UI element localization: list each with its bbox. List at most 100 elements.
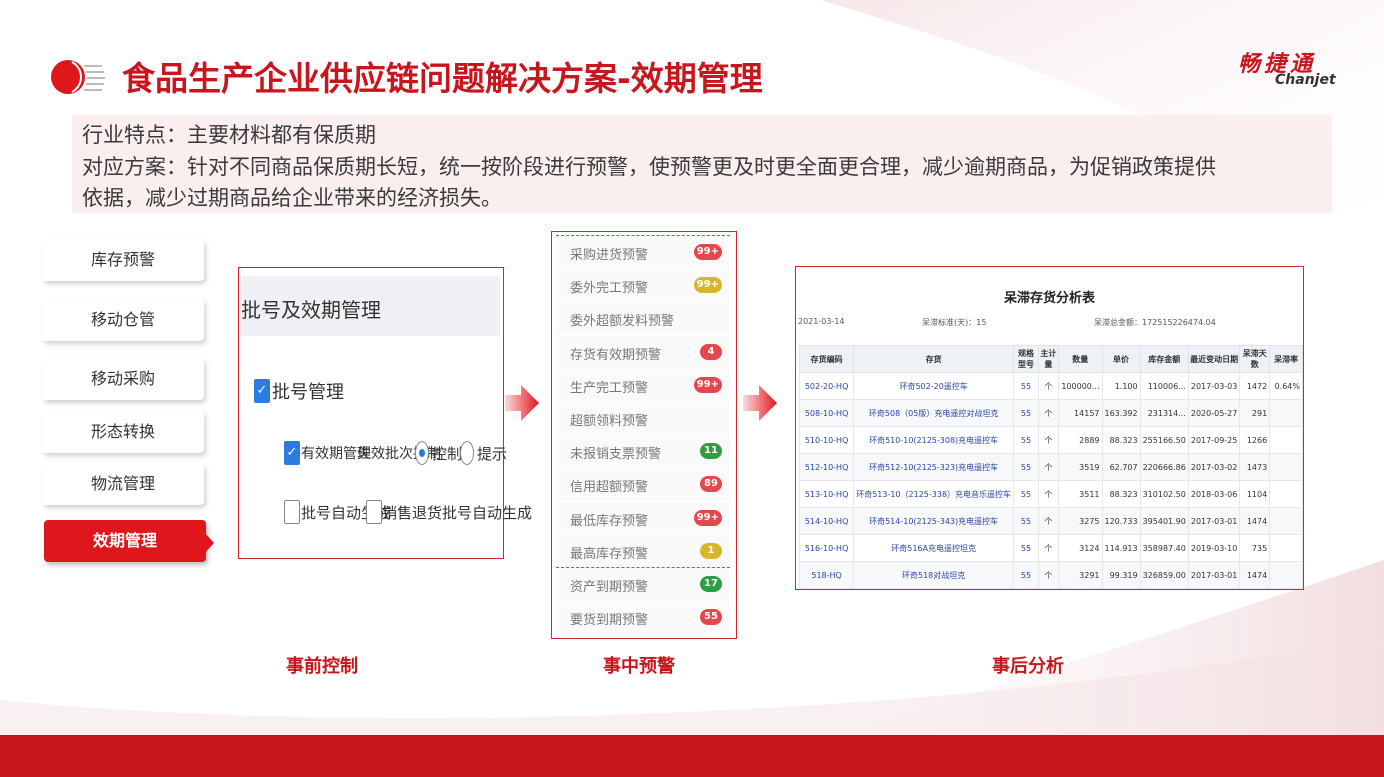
alert-item[interactable]: 要货到期预警 55 xyxy=(556,601,730,634)
item-code-link[interactable]: 516-10-HQ xyxy=(798,534,855,562)
table-row[interactable]: 510-10-HQ 环奇510-10(2125-308)充电遥控车 55 个 2889 8… xyxy=(798,426,1303,454)
alert-item[interactable]: 信用超额预警 89 xyxy=(556,468,730,501)
panel-title: 批号及效期管理 xyxy=(241,298,381,322)
alert-count-badge: 11 xyxy=(700,443,722,460)
nav-form-conversion[interactable]: 形态转换 xyxy=(42,411,204,453)
alert-label: 采购进货预警 xyxy=(570,248,649,263)
item-code-link[interactable]: 513-10-HQ xyxy=(798,480,855,508)
nav-inventory-alert[interactable]: 库存预警 xyxy=(42,239,204,281)
report-title: 呆滞存货分析表 xyxy=(1003,291,1095,306)
control-radio[interactable] xyxy=(415,441,429,465)
table-cell: 个 xyxy=(1037,426,1059,454)
alert-item[interactable]: 最低库存预警 99+ xyxy=(556,501,730,534)
batch-mgmt-label: 批号管理 xyxy=(272,382,344,403)
column-header[interactable]: 存货编码 xyxy=(798,345,855,373)
table-cell: 2017-03-03 xyxy=(1187,372,1241,400)
item-name-link[interactable]: 环奇512-10(2125-323)充电遥控车 xyxy=(853,453,1015,481)
table-cell xyxy=(1269,399,1303,427)
table-cell: 个 xyxy=(1037,534,1059,562)
table-row[interactable]: 512-10-HQ 环奇512-10(2125-323)充电遥控车 55 个 3519 6… xyxy=(798,453,1303,481)
item-code-link[interactable]: 512-10-HQ xyxy=(798,453,855,481)
alert-item[interactable]: 资产到期预警 17 xyxy=(556,568,730,600)
table-cell: 1474 xyxy=(1239,561,1271,589)
expiry-mgmt-checkbox[interactable]: ✓ xyxy=(284,441,300,465)
alert-item[interactable]: 委外完工预警 99+ xyxy=(556,269,730,302)
nav-mobile-warehouse[interactable]: 移动仓管 xyxy=(42,299,204,341)
alert-item[interactable]: 最高库存预警 1 xyxy=(556,534,730,567)
column-header[interactable]: 单价 xyxy=(1101,345,1141,373)
column-header[interactable]: 规格型号 xyxy=(1013,345,1039,373)
table-row[interactable]: 516-10-HQ 环奇516A充电遥控坦克 55 个 3124 114.913 35898… xyxy=(798,534,1303,562)
nav-logistics[interactable]: 物流管理 xyxy=(42,463,204,505)
alert-label: 存货有效期预警 xyxy=(570,347,662,363)
alert-item[interactable]: 存货有效期预警 4 xyxy=(556,335,730,368)
column-header[interactable]: 最近变动日期 xyxy=(1187,345,1241,373)
nav-mobile-purchase[interactable]: 移动采购 xyxy=(42,358,204,400)
table-cell xyxy=(1269,534,1303,562)
column-header[interactable]: 数量 xyxy=(1057,345,1103,373)
alert-label: 委外超额发料预警 xyxy=(570,314,675,330)
item-name-link[interactable]: 环奇518对战坦克 xyxy=(853,561,1015,589)
item-name-link[interactable]: 环奇516A充电遥控坦克 xyxy=(853,534,1015,562)
auto-batch-checkbox[interactable] xyxy=(284,500,300,524)
nav-expiry-management[interactable]: 效期管理 xyxy=(44,520,206,562)
table-cell: 个 xyxy=(1037,372,1059,400)
table-cell: 1.100 xyxy=(1101,372,1141,400)
table-row[interactable]: 508-10-HQ 环奇508（05版）充电遥控对战坦克 55 个 14157 163.3… xyxy=(798,399,1303,427)
alert-label: 最低库存预警 xyxy=(570,513,649,529)
item-code-link[interactable]: 502-20-HQ xyxy=(798,372,855,400)
report-standard: 呆滞标准(天)：15 xyxy=(922,318,987,327)
table-cell: 310102.50 xyxy=(1139,480,1189,508)
table-row[interactable]: 502-20-HQ 环奇502-20遥控车 55 个 100000... 1.100 110… xyxy=(798,372,1303,400)
solution-text-cont: 依据，减少过期商品给企业带来的经济损失。 xyxy=(82,186,502,210)
table-cell: 55 xyxy=(1013,480,1039,508)
table-cell: 3275 xyxy=(1057,507,1103,535)
alert-label: 委外完工预警 xyxy=(570,281,649,297)
table-cell: 2017-03-01 xyxy=(1187,507,1241,535)
sales-return-auto-label: 销售退货批号自动生成 xyxy=(382,504,533,522)
column-header[interactable]: 主计量 xyxy=(1037,345,1059,373)
flow-arrow-icon xyxy=(743,385,777,421)
table-cell: 55 xyxy=(1013,426,1039,454)
alert-count-badge: 99+ xyxy=(693,376,722,393)
alert-item[interactable]: 生产完工预警 99+ xyxy=(556,368,730,401)
table-cell: 358987.40 xyxy=(1139,534,1189,562)
table-cell: 55 xyxy=(1013,561,1039,589)
prompt-radio[interactable] xyxy=(460,441,474,465)
title-logo-icon xyxy=(51,60,105,94)
item-code-link[interactable]: 508-10-HQ xyxy=(798,399,855,427)
item-name-link[interactable]: 环奇508（05版）充电遥控对战坦克 xyxy=(853,399,1015,427)
item-code-link[interactable]: 514-10-HQ xyxy=(798,507,855,535)
column-header[interactable]: 存货 xyxy=(853,345,1015,373)
table-cell: 14157 xyxy=(1057,399,1103,427)
alert-label: 资产到期预警 xyxy=(570,580,649,595)
table-row[interactable]: 514-10-HQ 环奇514-10(2125-343)充电遥控车 55 个 3275 1… xyxy=(798,507,1303,535)
table-cell: 3511 xyxy=(1057,480,1103,508)
table-cell: 55 xyxy=(1013,534,1039,562)
flow-arrow-icon xyxy=(505,385,539,421)
table-row[interactable]: 513-10-HQ 环奇513-10（2125-338）充电音乐遥控车 55 个 351… xyxy=(798,480,1303,508)
item-name-link[interactable]: 环奇514-10(2125-343)充电遥控车 xyxy=(853,507,1015,535)
table-row[interactable]: 518-HQ 环奇518对战坦克 55 个 3291 99.319 326859.00 201… xyxy=(798,561,1303,589)
table-cell: 220666.86 xyxy=(1139,453,1189,481)
sales-return-auto-checkbox[interactable] xyxy=(366,500,382,524)
alert-item[interactable]: 未报销支票预警 11 xyxy=(556,435,730,468)
item-name-link[interactable]: 环奇502-20遥控车 xyxy=(853,372,1015,400)
table-cell: 255166.50 xyxy=(1139,426,1189,454)
column-header[interactable]: 呆滞率 xyxy=(1269,345,1303,373)
alert-label: 最高库存预警 xyxy=(570,546,649,562)
alert-item[interactable]: 采购进货预警 99+ xyxy=(556,236,730,268)
table-cell: 2017-09-25 xyxy=(1187,426,1241,454)
item-name-link[interactable]: 环奇510-10(2125-308)充电遥控车 xyxy=(853,426,1015,454)
item-code-link[interactable]: 510-10-HQ xyxy=(798,426,855,454)
footer-band xyxy=(0,735,1384,777)
alert-item[interactable]: 超额领料预警 xyxy=(556,402,730,434)
column-header[interactable]: 呆滞天数 xyxy=(1239,345,1271,373)
batch-mgmt-checkbox[interactable]: ✓ xyxy=(254,379,270,403)
alert-item[interactable]: 委外超额发料预警 xyxy=(556,302,730,335)
alerts-panel: 采购进货预警 99+ 委外完工预警 99+ 委外超额发料预警 存货有效期预警 4 生产完工预警… xyxy=(551,231,737,639)
column-header[interactable]: 库存金额 xyxy=(1139,345,1189,373)
item-code-link[interactable]: 518-HQ xyxy=(798,561,855,589)
item-name-link[interactable]: 环奇513-10（2125-338）充电音乐遥控车 xyxy=(853,480,1015,508)
alert-count-badge: 99+ xyxy=(693,509,722,526)
